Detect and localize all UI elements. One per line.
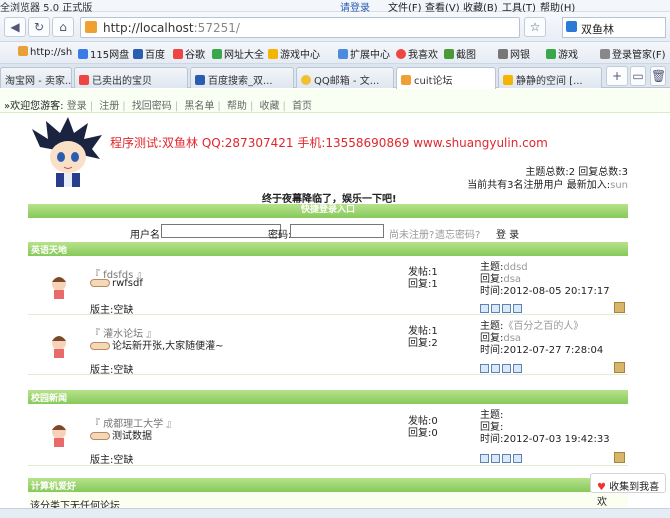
username-label: 用户名: xyxy=(130,230,164,241)
nav-find-password[interactable]: 找回密码 xyxy=(132,101,172,112)
bookmark-login-manager[interactable]: 登录管家(F) xyxy=(600,46,666,61)
section-header-english: 英语天地 xyxy=(28,242,628,256)
search-engine-icon xyxy=(566,21,577,32)
forum-last-post: 主题: 回复: 时间:2012-07-03 19:42:33 xyxy=(480,410,610,445)
nav-toolbar: ◀ ↻ ⌂ http://localhost:57251/ ☆ 双鱼林 xyxy=(0,12,670,42)
register-link[interactable]: 尚未注册? xyxy=(389,226,434,241)
password-input[interactable] xyxy=(290,224,384,238)
forum-mascot-icon xyxy=(52,425,66,447)
forum-counts: 发帖:1 回复:2 xyxy=(408,326,438,349)
edit-icon[interactable] xyxy=(614,452,625,463)
forum-desc: rwfsdf xyxy=(90,278,143,289)
section-header-computer: 计算机爱好 xyxy=(28,478,628,492)
top-nav: »欢迎您游客: 登录 | 注册 | 找回密码 | 黑名单 | 帮助 | 收藏 | 首页 xyxy=(0,89,670,113)
tab-qqmail[interactable]: QQ邮箱 - 文... xyxy=(296,67,394,88)
bookmark-sites[interactable]: 网址大全 xyxy=(212,46,264,61)
forum-mascot-icon xyxy=(52,277,66,299)
bookmark-baidu[interactable]: 百度 xyxy=(133,46,165,61)
nav-favorite[interactable]: 收藏 xyxy=(260,101,280,112)
search-text: 双鱼林 xyxy=(581,23,614,36)
new-tab-icon[interactable]: + xyxy=(606,66,628,86)
forum-counts: 发帖:1 回复:1 xyxy=(408,267,438,290)
bookmark-game[interactable]: 游戏 xyxy=(546,46,578,61)
bookmark-games[interactable]: 游戏中心 xyxy=(268,46,320,61)
forum-mascot-icon xyxy=(52,336,66,358)
bookmark-screenshot[interactable]: 截图 xyxy=(444,46,476,61)
forum-row: 『 成都理工大学 』 测试数据 版主:空缺 发帖:0 回复:0 主题: 回复: 时… xyxy=(28,404,628,466)
nav-home[interactable]: 首页 xyxy=(292,101,312,112)
forum-last-post: 主题:《百分之百的人》 回复:dsa 时间:2012-07-27 7:28:04 xyxy=(480,321,604,356)
tab-list-icon[interactable]: ▭ xyxy=(630,66,646,86)
bookmark-bank[interactable]: 网银 xyxy=(498,46,530,61)
forum-row: 『 fdsfds 』 rwfsdf 版主:空缺 发帖:1 回复:1 主题:ddsd… xyxy=(28,256,628,316)
url-text: http://localhost:57251/ xyxy=(103,21,240,35)
collect-button[interactable]: ♥ 收集到我喜欢 xyxy=(590,473,666,508)
nav-blacklist[interactable]: 黑名单 xyxy=(184,101,214,112)
section-header-campus-news: 校园新闻 xyxy=(28,390,628,404)
nav-login[interactable]: 登录 xyxy=(67,101,87,112)
forum-moderator: 版主:空缺 xyxy=(90,305,134,316)
forgot-link[interactable]: 遗忘密码? xyxy=(435,226,480,241)
greeting: »欢迎您游客: xyxy=(4,101,64,112)
status-bar xyxy=(0,508,670,518)
edit-icon[interactable] xyxy=(614,362,625,373)
username-input[interactable] xyxy=(161,224,281,238)
bookmark-like[interactable]: 我喜欢 xyxy=(396,46,438,61)
forum-row: 『 灌水论坛 』 论坛新开张,大家随便灌~ 版主:空缺 发帖:1 回复:2 主题:… xyxy=(28,315,628,376)
top-nav-links: »欢迎您游客: 登录 | 注册 | 找回密码 | 黑名单 | 帮助 | 收藏 | 首页 xyxy=(4,101,313,112)
forum-moderator: 版主:空缺 xyxy=(90,365,134,376)
forum-moderator: 版主:空缺 xyxy=(90,455,134,466)
edit-icon[interactable] xyxy=(614,302,625,313)
bookmarks-bar: http://sh 115网盘 百度 谷歌 网址大全 游戏中心 扩展中心 我喜欢… xyxy=(0,42,670,64)
search-input[interactable]: 双鱼林 xyxy=(562,17,666,38)
tab-baidu[interactable]: 百度搜索_双... xyxy=(190,67,294,88)
promo-text: 程序测试:双鱼林 QQ:287307421 手机:13558690869 www… xyxy=(110,136,548,150)
site-favicon-icon xyxy=(85,21,97,33)
forum-counts: 发帖:0 回复:0 xyxy=(408,416,438,439)
star-icon[interactable]: ☆ xyxy=(524,17,546,37)
anime-avatar-logo xyxy=(32,117,102,187)
forum-desc: 论坛新开张,大家随便灌~ xyxy=(90,337,224,352)
bookmark-sh[interactable]: http://sh xyxy=(18,46,72,58)
motto: 终于夜幕降临了，娱乐一下吧! xyxy=(262,194,397,205)
bookmark-extensions[interactable]: 扩展中心 xyxy=(338,46,390,61)
bookmark-115[interactable]: 115网盘 xyxy=(78,46,129,61)
forum-desc: 测试数据 xyxy=(90,427,152,442)
tab-sold[interactable]: 已卖出的宝贝 xyxy=(74,67,188,88)
last-topic-link[interactable]: 《百分之百的人》 xyxy=(503,321,583,332)
home-icon[interactable]: ⌂ xyxy=(52,17,74,37)
bookmark-google[interactable]: 谷歌 xyxy=(173,46,205,61)
password-label: 密码: xyxy=(268,230,292,241)
trash-icon[interactable]: 🗑 xyxy=(650,66,666,86)
back-icon[interactable]: ◀ xyxy=(4,17,26,37)
quick-login-form: 用户名: 密码: 尚未注册? 遗忘密码? 登 录 xyxy=(28,218,628,242)
nav-help[interactable]: 帮助 xyxy=(227,101,247,112)
forum-tools[interactable] xyxy=(480,303,524,313)
tab-space[interactable]: 静静的空间 [... xyxy=(498,67,602,88)
quick-login-header: 快捷登录入口 xyxy=(28,204,628,218)
forum-last-post: 主题:ddsd 回复:dsa 时间:2012-08-05 20:17:17 xyxy=(480,262,610,297)
tab-strip: 淘宝网 - 卖家... 已卖出的宝贝 百度搜索_双... QQ邮箱 - 文...… xyxy=(0,64,670,89)
heart-icon: ♥ xyxy=(597,482,606,493)
title-bar: 全浏览器 5.0 正式版 请登录 文件(F) 查看(V) 收藏(B) 工具(T)… xyxy=(0,0,670,14)
user-stats: 当前共有3名注册用户 最新加入:sun xyxy=(467,180,628,191)
address-bar[interactable]: http://localhost:57251/ xyxy=(80,17,520,38)
forum-tools[interactable] xyxy=(480,453,524,463)
forum-tools[interactable] xyxy=(480,363,524,373)
nav-register[interactable]: 注册 xyxy=(99,101,119,112)
last-topic-link[interactable]: ddsd xyxy=(503,262,527,273)
login-button[interactable]: 登 录 xyxy=(496,226,519,241)
page-content: »欢迎您游客: 登录 | 注册 | 找回密码 | 黑名单 | 帮助 | 收藏 | 首页 程序… xyxy=(0,89,670,518)
refresh-icon[interactable]: ↻ xyxy=(28,17,50,37)
tab-cuit[interactable]: cuit论坛 xyxy=(396,67,496,89)
newest-user-link[interactable]: sun xyxy=(610,180,628,191)
tab-taobao[interactable]: 淘宝网 - 卖家... xyxy=(0,67,72,88)
